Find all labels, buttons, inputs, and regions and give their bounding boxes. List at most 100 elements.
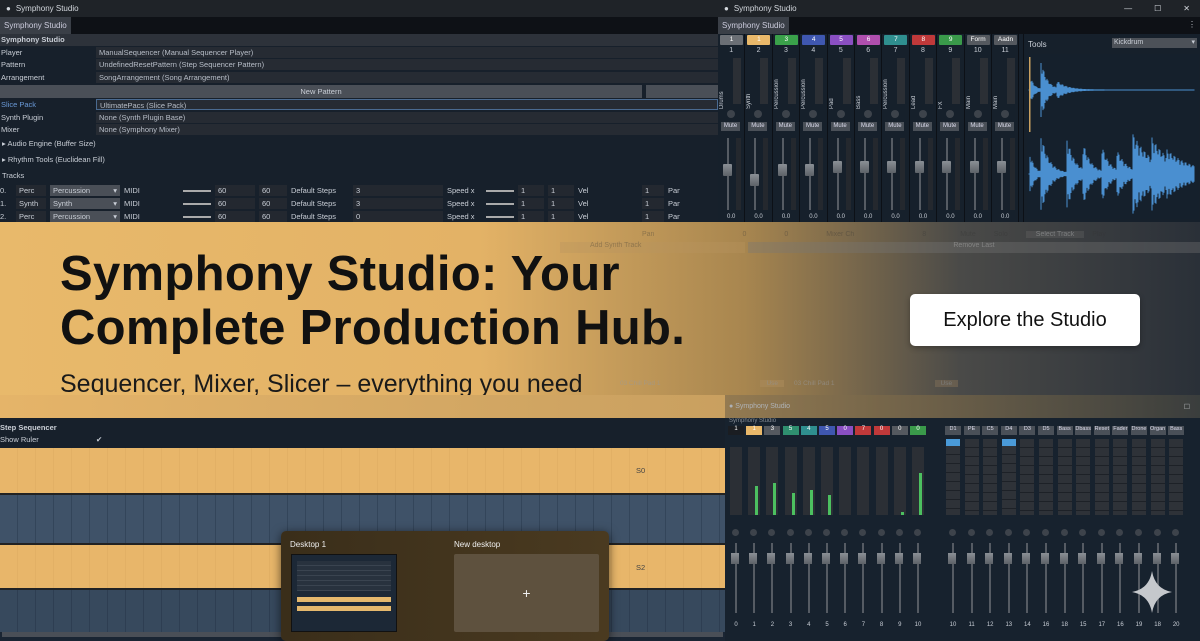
- channel-color-chip[interactable]: 6: [857, 35, 880, 45]
- speed-field-a[interactable]: 1: [518, 185, 544, 196]
- channel-color-chip[interactable]: 0: [873, 426, 890, 435]
- select-track-button[interactable]: Select Track: [1025, 230, 1085, 238]
- pan-knob[interactable]: [1097, 529, 1105, 536]
- pan-knob[interactable]: [967, 529, 975, 536]
- channel-color-chip[interactable]: 1: [746, 426, 763, 435]
- volume-fader[interactable]: [1041, 553, 1049, 564]
- pan-knob[interactable]: [836, 110, 845, 118]
- foldout-rhythm-tools[interactable]: ▸ Rhythm Tools (Euclidean Fill): [0, 152, 718, 168]
- speed-slider[interactable]: [486, 202, 514, 205]
- property-field[interactable]: SongArrangement (Song Arrangement): [96, 71, 718, 83]
- volume-fader[interactable]: [767, 553, 776, 564]
- bus-pad-grid[interactable]: [946, 439, 960, 515]
- vel-field[interactable]: 1: [642, 198, 664, 209]
- pan-knob[interactable]: [1116, 529, 1124, 536]
- track-value-a[interactable]: 60: [215, 198, 255, 209]
- volume-fader[interactable]: [876, 553, 885, 564]
- bus-pad-grid[interactable]: [1020, 439, 1035, 515]
- channel-color-chip[interactable]: 7: [884, 35, 908, 45]
- new-pattern-button[interactable]: New Pattern: [0, 84, 642, 98]
- bus-chip[interactable]: Bass: [1168, 426, 1185, 435]
- mute-button[interactable]: Mute: [830, 122, 850, 131]
- maximize-icon[interactable]: ☐: [1184, 403, 1200, 411]
- tab-mixer[interactable]: Symphony Studio: [718, 17, 789, 34]
- pan-knob[interactable]: [1060, 529, 1068, 536]
- channel-color-chip[interactable]: 1: [728, 426, 744, 435]
- maximize-icon[interactable]: ☐: [1154, 4, 1161, 13]
- pan-knob[interactable]: [946, 110, 955, 118]
- property-field[interactable]: ManualSequencer (Manual Sequencer Player…: [96, 46, 718, 58]
- mute-button[interactable]: Mute: [940, 122, 960, 131]
- pan-knob[interactable]: [1042, 529, 1049, 536]
- volume-slider[interactable]: [183, 189, 211, 192]
- channel-color-chip[interactable]: 5: [819, 426, 835, 435]
- bus-pad-grid[interactable]: [1076, 439, 1091, 515]
- volume-fader[interactable]: [942, 160, 952, 173]
- track-type-select[interactable]: Percussion ▾: [50, 211, 120, 222]
- speed-field-b[interactable]: 1: [548, 198, 574, 209]
- pan-knob[interactable]: [804, 529, 812, 536]
- pan-knob[interactable]: [1153, 529, 1161, 536]
- pan-knob[interactable]: [786, 529, 794, 536]
- mute-button[interactable]: Mute: [721, 122, 740, 131]
- channel-color-chip[interactable]: 0: [891, 426, 908, 435]
- channel-color-chip[interactable]: 9: [939, 35, 963, 45]
- show-ruler-checkbox[interactable]: ✔: [96, 435, 102, 444]
- pan-knob[interactable]: [986, 529, 994, 536]
- volume-fader[interactable]: [731, 553, 739, 564]
- mute-button[interactable]: Mute: [995, 122, 1014, 131]
- channel-color-chip[interactable]: 5: [782, 426, 799, 435]
- volume-slider[interactable]: [183, 202, 211, 205]
- volume-fader[interactable]: [805, 163, 815, 176]
- pan-knob[interactable]: [750, 529, 758, 536]
- sequencer-row[interactable]: S0: [0, 448, 725, 493]
- explore-studio-button[interactable]: Explore the Studio: [910, 294, 1140, 346]
- volume-fader[interactable]: [948, 553, 956, 564]
- channel-color-chip[interactable]: Form: [966, 35, 990, 45]
- property-field[interactable]: None (Synth Plugin Base): [96, 111, 718, 123]
- volume-fader[interactable]: [1134, 553, 1142, 564]
- slot-use-button[interactable]: Use: [760, 380, 785, 387]
- pan-knob[interactable]: [891, 110, 900, 118]
- pan-knob[interactable]: [841, 529, 849, 536]
- channel-color-chip[interactable]: 8: [911, 35, 935, 45]
- pan-knob[interactable]: [918, 110, 927, 118]
- pan-knob[interactable]: [1135, 529, 1142, 536]
- pan-knob[interactable]: [864, 110, 872, 118]
- volume-fader[interactable]: [887, 160, 897, 173]
- channel-color-chip[interactable]: 3: [764, 426, 781, 435]
- volume-fader[interactable]: [785, 553, 794, 564]
- playhead[interactable]: [1029, 57, 1031, 132]
- new-desktop-button[interactable]: +: [454, 554, 599, 632]
- volume-fader[interactable]: [913, 553, 921, 564]
- minimize-icon[interactable]: —: [1124, 4, 1132, 13]
- vel-field[interactable]: 1: [642, 185, 664, 196]
- bus-chip[interactable]: D5: [1038, 426, 1054, 435]
- bus-chip[interactable]: PE: [963, 426, 980, 435]
- pan-knob[interactable]: [895, 529, 903, 536]
- volume-fader[interactable]: [832, 160, 842, 173]
- pan-knob[interactable]: [781, 110, 790, 118]
- channel-color-chip[interactable]: 0: [910, 426, 926, 435]
- pan-knob[interactable]: [768, 529, 776, 536]
- track-value-a[interactable]: 60: [215, 185, 255, 196]
- track-value-b[interactable]: 60: [259, 198, 287, 209]
- mute-button[interactable]: Mute: [885, 122, 905, 131]
- volume-fader[interactable]: [822, 553, 830, 564]
- pan-knob[interactable]: [1004, 529, 1012, 536]
- volume-fader[interactable]: [777, 164, 787, 177]
- volume-fader[interactable]: [858, 553, 867, 564]
- more-icon[interactable]: ⋮: [1188, 20, 1196, 29]
- pan-knob[interactable]: [949, 529, 956, 536]
- mute-toggle[interactable]: Mute: [960, 231, 976, 238]
- foldout-audio-engine[interactable]: ▸ Audio Engine (Buffer Size): [0, 136, 718, 152]
- bus-chip[interactable]: Reset: [1093, 426, 1110, 435]
- channel-color-chip[interactable]: 1: [720, 35, 743, 45]
- tab-symphony-studio[interactable]: Symphony Studio: [0, 17, 71, 34]
- pan-knob[interactable]: [754, 110, 763, 118]
- bus-chip[interactable]: D3: [1019, 426, 1036, 435]
- speed-field-a[interactable]: 1: [518, 211, 544, 222]
- bus-pad-grid[interactable]: [1132, 439, 1146, 515]
- mute-button[interactable]: Mute: [967, 122, 987, 131]
- mute-button[interactable]: Mute: [912, 122, 932, 131]
